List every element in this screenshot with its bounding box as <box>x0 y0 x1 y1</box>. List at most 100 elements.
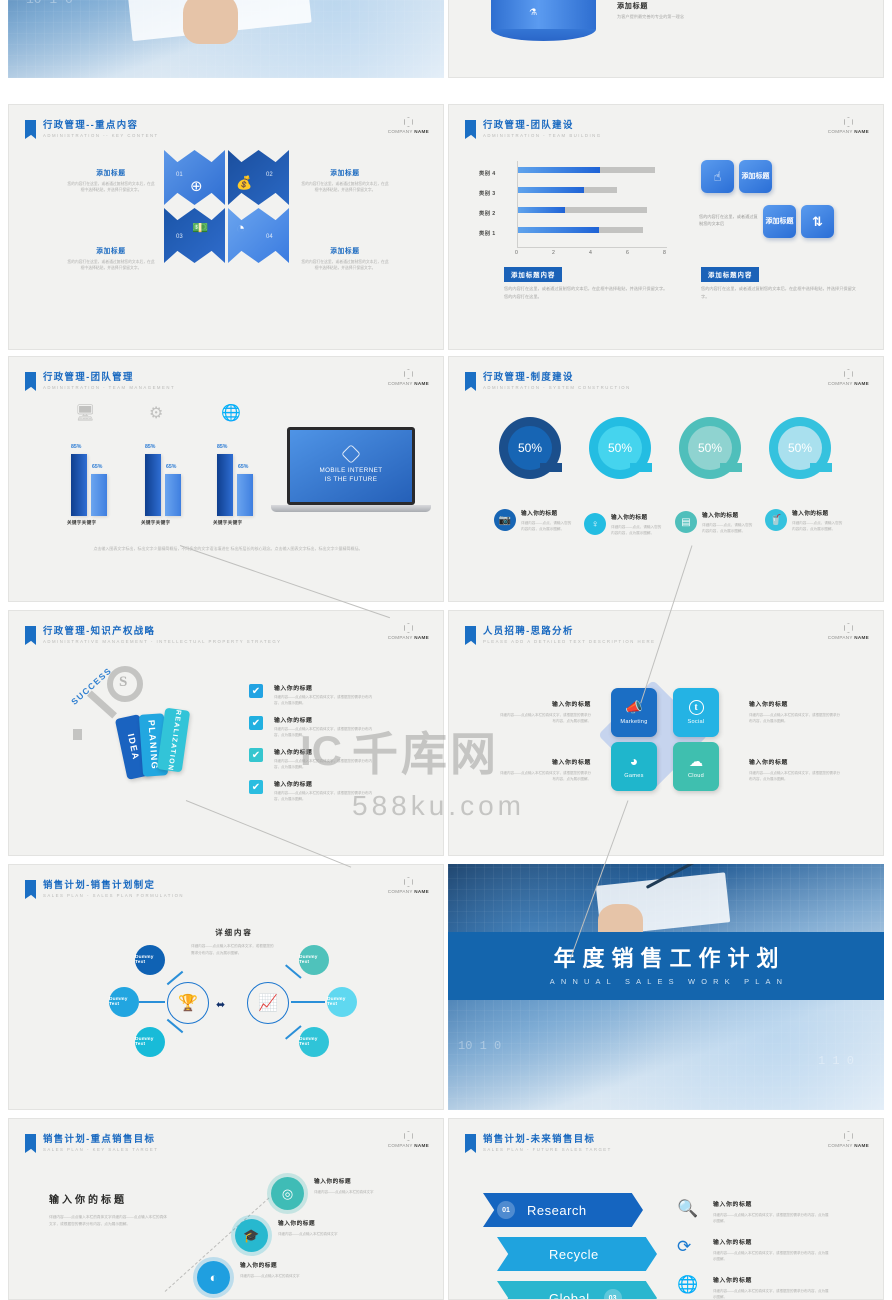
step-icon-1[interactable]: ◎ <box>271 1177 304 1210</box>
slide-thumbnail-s5[interactable]: 行政管理-团队管理 ADMINISTRATION - TEAM MANAGEME… <box>8 356 444 602</box>
check-icon-3[interactable]: ✔ <box>249 748 263 762</box>
donut-1: 50% <box>499 417 562 479</box>
key-teeth <box>73 729 82 740</box>
globe-icon: 🌐 <box>677 1275 699 1294</box>
graduation-icon: 🎓 <box>243 1227 260 1243</box>
bubble-6[interactable]: Dummy Text <box>299 1027 329 1057</box>
hexagon-icon <box>403 623 413 633</box>
slide-thumbnail-s11[interactable]: 销售计划-重点销售目标 SALES PLAN - KEY SALES TARGE… <box>8 1118 444 1300</box>
arrow-up-right <box>285 964 302 979</box>
company-brand: COMPANY NAME <box>828 117 869 134</box>
slide-thumbnail-grid: 10 1 0 1 1 0 🗑 ⚗ 添加标题 为客户提供最完善的专业的第一理念 添… <box>0 0 892 1300</box>
check-icon-4[interactable]: ✔ <box>249 780 263 794</box>
step-text-2: 输入你的标题 详细内容——点点输入本栏的真体文字 <box>278 1221 338 1236</box>
arrow-text-02: 添加标题 您的内容打在这里，或者通过复制您的文本后，在此框中选择粘贴，并选择只保… <box>301 170 389 193</box>
slide-title-zh: 行政管理-制度建设 <box>483 371 574 382</box>
slide-thumbnail-s3[interactable]: 行政管理--重点内容 ADMINISTRATION -- KEY CONTENT… <box>8 104 444 350</box>
company-brand: COMPANY NAME <box>388 1131 429 1148</box>
hexagon-icon <box>403 877 413 887</box>
chip-label-1[interactable]: 添加标题内容 <box>504 267 563 282</box>
slide-thumbnail-s8[interactable]: 人员招聘-思路分析 PLEASE ADD A DETAILED TEXT DES… <box>448 610 884 856</box>
banner-global[interactable]: Global 03 <box>497 1281 657 1299</box>
donut-caption-1: 输入你的标题 详细内容——点点，请输入您的内容内容，点为展示图解。 <box>521 511 572 531</box>
arrow-text-03: 添加标题 您的内容打在这里，或者通过复制您的文本后，在此框中选择粘贴，并选择只保… <box>67 248 155 271</box>
banner-recycle[interactable]: Recycle <box>497 1237 657 1271</box>
key-s-glyph: S <box>119 674 128 690</box>
hexagon-icon <box>843 1131 853 1141</box>
slide-thumbnail-s2[interactable]: 🗑 ⚗ 添加标题 为客户提供最完善的专业的第一理念 添加标题 为客户提供最完善的… <box>448 0 884 78</box>
bubble-5[interactable]: Dummy Text <box>327 987 357 1017</box>
slide-header: 行政管理-团队管理 ADMINISTRATION - TEAM MANAGEME… <box>25 371 175 391</box>
check-icon-2[interactable]: ✔ <box>249 716 263 730</box>
check-text-2: 输入你的标题 详细内容——点点输入本栏的真体文字，或根据您的需求分布内容，点为展… <box>274 718 372 737</box>
monitor-icon: 🖥 <box>75 405 96 422</box>
column-pct-2b: 65% <box>166 464 177 470</box>
step-icon-3[interactable]: ◐ <box>197 1261 230 1294</box>
header-tab-icon <box>465 120 476 139</box>
column-caption-1: 关键字关键字 <box>67 520 97 525</box>
slide-title-zh: 行政管理--重点内容 <box>43 119 139 130</box>
slide-thumbnail-s10[interactable]: 10 1 0 1 1 0 年度销售工作计划 ANNUAL SALES WORK … <box>448 864 884 1110</box>
sliders-icon: ⇅ <box>812 213 823 229</box>
slide-thumbnail-s12[interactable]: 销售计划-未来销售目标 SALES PLAN - FUTURE SALES TA… <box>448 1118 884 1300</box>
header-tab-icon <box>465 1134 476 1153</box>
slide-footer-text: 点击输入图表文字标出，标出文字少量精简概括，不同多余的文字语法填进在 标出所层长… <box>93 546 363 551</box>
tile-cloud[interactable]: ☁ Cloud <box>673 742 719 791</box>
twitter-icon: t <box>688 700 704 715</box>
company-brand: COMPANY NAME <box>388 117 429 134</box>
sliders-icon-button[interactable]: ⇅ <box>801 205 834 238</box>
slide-thumbnail-s4[interactable]: 行政管理-团队建设 ADMINISTRATION - TEAM BUILDING… <box>448 104 884 350</box>
column-pct-1b: 65% <box>92 464 103 470</box>
header-tab-icon <box>465 626 476 645</box>
label-button-2[interactable]: 添加标题 <box>763 205 796 238</box>
arrow-item-01[interactable]: 01 ⊕ <box>164 150 225 205</box>
logo-diamond-icon <box>341 444 361 465</box>
header-tab-icon <box>25 372 36 391</box>
slide-thumbnail-s9[interactable]: 销售计划-销售计划制定 SALES PLAN - SALES PLAN FORM… <box>8 864 444 1110</box>
horizontal-bar-chart: 类别 4 类别 3 类别 2 类别 1 0 2 4 6 8 <box>479 157 679 256</box>
step-icon-2[interactable]: 🎓 <box>235 1219 268 1252</box>
laptop-base <box>271 505 431 512</box>
check-icon-1[interactable]: ✔ <box>249 684 263 698</box>
check-text-1: 输入你的标题 详细内容——点点输入本栏的真体文字，或根据您的需求分布内容，点为展… <box>274 686 372 705</box>
bubble-4[interactable]: Dummy Text <box>299 945 329 975</box>
label-button-1[interactable]: 添加标题 <box>739 160 772 193</box>
column-pct-3a: 85% <box>217 444 228 450</box>
banner-research[interactable]: 01 Research <box>483 1193 643 1227</box>
bubble-1[interactable]: Dummy Text <box>135 945 165 975</box>
donut-3: 50% <box>679 417 742 479</box>
chip-label-2[interactable]: 添加标题内容 <box>701 267 760 282</box>
company-brand: COMPANY NAME <box>388 877 429 894</box>
bubble-2[interactable]: Dummy Text <box>109 987 139 1017</box>
header-tab-icon <box>25 880 36 899</box>
donut-caption-2: 输入你的标题 详细内容——点点，请输入您的内容内容，点为展示图解。 <box>611 515 662 535</box>
tile-social[interactable]: t Social <box>673 688 719 737</box>
arrow-item-04[interactable]: 04 ◔ <box>228 208 289 263</box>
slide-header: 行政管理-知识产权战略 ADMINISTRATIVE MANAGEMENT - … <box>25 625 282 645</box>
slide-title-zh: 行政管理-知识产权战略 <box>43 625 156 636</box>
slide-thumbnail-s7[interactable]: 行政管理-知识产权战略 ADMINISTRATIVE MANAGEMENT - … <box>8 610 444 856</box>
cloud-upload-icon: ☁ <box>689 753 703 769</box>
cylinder-graphic: 🗑 ⚗ <box>491 0 596 41</box>
slide-header: 行政管理-团队建设 ADMINISTRATION - TEAM BUILDING <box>465 119 602 139</box>
center-desc: 详细内容——点点输入本栏的真体文字，或根据您的需求分布内容，点为展示图解。 <box>191 944 274 955</box>
arrow-text-04: 添加标题 您的内容打在这里，或者通过复制您的文本后，在此框中选择粘贴，并选择只保… <box>301 248 389 271</box>
cup-icon: 🥤 <box>765 509 787 531</box>
slide-title-zh: 销售计划-销售计划制定 <box>43 879 156 890</box>
arrow-item-03[interactable]: 03 💵 <box>164 208 225 263</box>
column-bar-2a <box>145 454 161 516</box>
growth-chart-icon: 📈 <box>258 995 278 1012</box>
column-pct-3b: 65% <box>238 464 249 470</box>
tile-games[interactable]: ◕ Games <box>611 742 657 791</box>
check-text-4: 输入你的标题 详细内容——点点输入本栏的真体文字，或根据您的需求分布内容，点为展… <box>274 782 372 801</box>
column-bar-3a <box>217 454 233 516</box>
bulb-icon: ♀ <box>584 513 606 535</box>
tile-marketing[interactable]: 📣 Marketing <box>611 688 657 737</box>
slide-thumbnail-s1[interactable]: 10 1 0 1 1 0 <box>8 0 444 78</box>
arrow-item-02[interactable]: 02 💰 <box>228 150 289 205</box>
slide-thumbnail-s6[interactable]: 行政管理-制度建设 ADMINISTRATION - SYSTEM CONSTR… <box>448 356 884 602</box>
bubble-3[interactable]: Dummy Text <box>135 1027 165 1057</box>
column-caption-2: 关键字关键字 <box>141 520 171 525</box>
slide-title-zh: 人员招聘-思路分析 <box>483 625 574 636</box>
touch-icon-button[interactable]: ☝ <box>701 160 734 193</box>
